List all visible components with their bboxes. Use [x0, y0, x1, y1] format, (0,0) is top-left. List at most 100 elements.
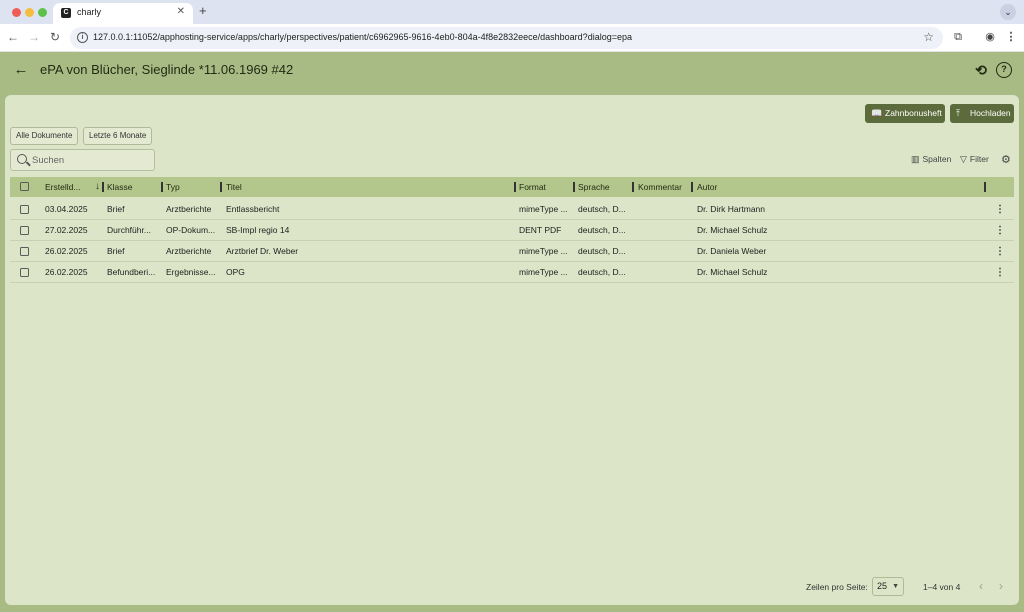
- window-close-button[interactable]: [12, 8, 21, 17]
- cell-titel: SB-Impl regio 14: [226, 225, 290, 235]
- book-icon: 📖: [871, 108, 883, 118]
- browser-tabstrip: C charly ✕ + ⌄: [0, 0, 1024, 24]
- cell-sprache: deutsch, D...: [578, 246, 626, 256]
- cell-erstelldatum: 26.02.2025: [45, 246, 88, 256]
- column-separator[interactable]: [220, 182, 222, 192]
- filter-button[interactable]: ▽ Filter: [960, 154, 989, 165]
- rows-per-page-select[interactable]: 25 ▼: [872, 577, 904, 596]
- cell-erstelldatum: 26.02.2025: [45, 267, 88, 277]
- cell-kommentar: [638, 199, 688, 220]
- row-checkbox[interactable]: [20, 268, 29, 277]
- page-title: ePA von Blücher, Sieglinde *11.06.1969 #…: [40, 62, 294, 77]
- column-separator[interactable]: [691, 182, 693, 192]
- column-separator[interactable]: [573, 182, 575, 192]
- filter-label: Filter: [969, 154, 989, 164]
- column-header-format[interactable]: Format: [519, 177, 546, 197]
- row-checkbox[interactable]: [20, 247, 29, 256]
- table-header: Erstelld... ↓ Klasse Typ Titel Format Sp…: [10, 177, 1014, 197]
- cell-autor: Dr. Daniela Weber: [697, 246, 767, 256]
- next-page-icon[interactable]: ›: [999, 579, 1003, 593]
- hochladen-button[interactable]: ⤒ Hochladen: [950, 104, 1014, 123]
- history-icon[interactable]: ⟲: [973, 62, 989, 78]
- column-header-sprache[interactable]: Sprache: [578, 177, 610, 197]
- cell-sprache: deutsch, D...: [578, 204, 626, 214]
- row-checkbox[interactable]: [20, 205, 29, 214]
- table-row[interactable]: 03.04.2025 Brief Arztberichte Entlassber…: [10, 199, 1014, 220]
- table-row[interactable]: 26.02.2025 Befundberi... Ergebnisse... O…: [10, 262, 1014, 283]
- filter-icon: ▽: [960, 154, 967, 164]
- cell-typ: OP-Dokum...: [166, 225, 216, 235]
- chip-alle-dokumente[interactable]: Alle Dokumente: [10, 127, 79, 145]
- table-row[interactable]: 27.02.2025 Durchführ... OP-Dokum... SB-I…: [10, 220, 1014, 241]
- column-separator[interactable]: [102, 182, 104, 192]
- browser-forward-icon[interactable]: →: [26, 29, 42, 45]
- column-header-titel[interactable]: Titel: [226, 177, 242, 197]
- address-bar[interactable]: i 127.0.0.1:11052/apphosting-service/app…: [70, 27, 943, 49]
- spalten-label: Spalten: [922, 154, 952, 164]
- window-zoom-button[interactable]: [38, 8, 47, 17]
- chip-letzte-6-monate[interactable]: Letzte 6 Monate: [83, 127, 153, 145]
- help-icon[interactable]: ?: [996, 62, 1012, 78]
- cell-format: DENT PDF: [519, 225, 562, 235]
- previous-page-icon[interactable]: ‹: [979, 579, 983, 593]
- column-header-kommentar[interactable]: Kommentar: [638, 177, 682, 197]
- row-menu-icon[interactable]: ⋮: [995, 199, 1005, 220]
- cell-sprache: deutsch, D...: [578, 225, 626, 235]
- cell-kommentar: [638, 241, 688, 262]
- column-header-erstelldatum[interactable]: Erstelld...: [45, 177, 80, 197]
- tab-title: charly: [77, 7, 102, 17]
- arrow-left-icon[interactable]: ←: [12, 61, 30, 79]
- cell-autor: Dr. Dirk Hartmann: [697, 204, 766, 214]
- column-header-autor[interactable]: Autor: [697, 177, 717, 197]
- zahnbonusheft-button[interactable]: 📖 Zahnbonusheft: [865, 104, 945, 123]
- search-field[interactable]: [10, 149, 155, 171]
- tab-favicon-icon: C: [61, 8, 71, 18]
- cell-format: mimeType ...: [519, 267, 568, 277]
- rows-per-page-value: 25: [877, 581, 888, 591]
- gear-icon[interactable]: ⚙: [1001, 153, 1011, 166]
- column-separator[interactable]: [514, 182, 516, 192]
- sort-descending-icon[interactable]: ↓: [95, 181, 100, 193]
- rows-per-page-label: Zeilen pro Seite:: [806, 582, 868, 592]
- search-input[interactable]: [32, 153, 150, 168]
- cell-kommentar: [638, 262, 688, 283]
- zahnbonusheft-label: Zahnbonusheft: [885, 108, 942, 118]
- cell-kommentar: [638, 220, 688, 241]
- profile-icon[interactable]: ◉: [982, 29, 998, 45]
- cell-typ: Arztberichte: [166, 204, 212, 214]
- cell-klasse: Brief: [107, 246, 125, 256]
- site-info-icon[interactable]: i: [77, 32, 88, 43]
- cell-titel: Entlassbericht: [226, 204, 280, 214]
- new-tab-button[interactable]: +: [199, 4, 207, 18]
- cell-klasse: Durchführ...: [107, 225, 151, 235]
- tab-close-icon[interactable]: ✕: [177, 6, 185, 17]
- column-separator[interactable]: [632, 182, 634, 192]
- column-header-klasse[interactable]: Klasse: [107, 177, 133, 197]
- browser-tab[interactable]: C charly ✕: [53, 3, 193, 24]
- extensions-icon[interactable]: ⧉: [950, 29, 966, 45]
- table-row[interactable]: 26.02.2025 Brief Arztberichte Arztbrief …: [10, 241, 1014, 262]
- tab-search-chevron-icon[interactable]: ⌄: [1000, 4, 1016, 20]
- spalten-button[interactable]: ▥ Spalten: [911, 154, 951, 165]
- search-icon: [17, 154, 27, 164]
- row-menu-icon[interactable]: ⋮: [995, 241, 1005, 262]
- caret-down-icon: ▼: [892, 583, 899, 590]
- cell-klasse: Befundberi...: [107, 267, 156, 277]
- column-header-typ[interactable]: Typ: [166, 177, 180, 197]
- window-minimize-button[interactable]: [25, 8, 34, 17]
- upload-icon: ⤒: [956, 108, 960, 118]
- browser-menu-icon[interactable]: ⋮: [1003, 29, 1019, 45]
- select-all-checkbox[interactable]: [20, 182, 29, 191]
- column-separator[interactable]: [161, 182, 163, 192]
- row-menu-icon[interactable]: ⋮: [995, 220, 1005, 241]
- cell-autor: Dr. Michael Schulz: [697, 267, 768, 277]
- bookmark-star-icon[interactable]: ☆: [923, 30, 934, 44]
- browser-toolbar: ← → ↻ i 127.0.0.1:11052/apphosting-servi…: [0, 24, 1024, 52]
- column-separator[interactable]: [984, 182, 986, 192]
- row-menu-icon[interactable]: ⋮: [995, 262, 1005, 283]
- address-url[interactable]: 127.0.0.1:11052/apphosting-service/apps/…: [93, 32, 632, 42]
- browser-reload-icon[interactable]: ↻: [47, 29, 63, 45]
- row-checkbox[interactable]: [20, 226, 29, 235]
- browser-back-icon[interactable]: ←: [5, 29, 21, 45]
- cell-typ: Arztberichte: [166, 246, 212, 256]
